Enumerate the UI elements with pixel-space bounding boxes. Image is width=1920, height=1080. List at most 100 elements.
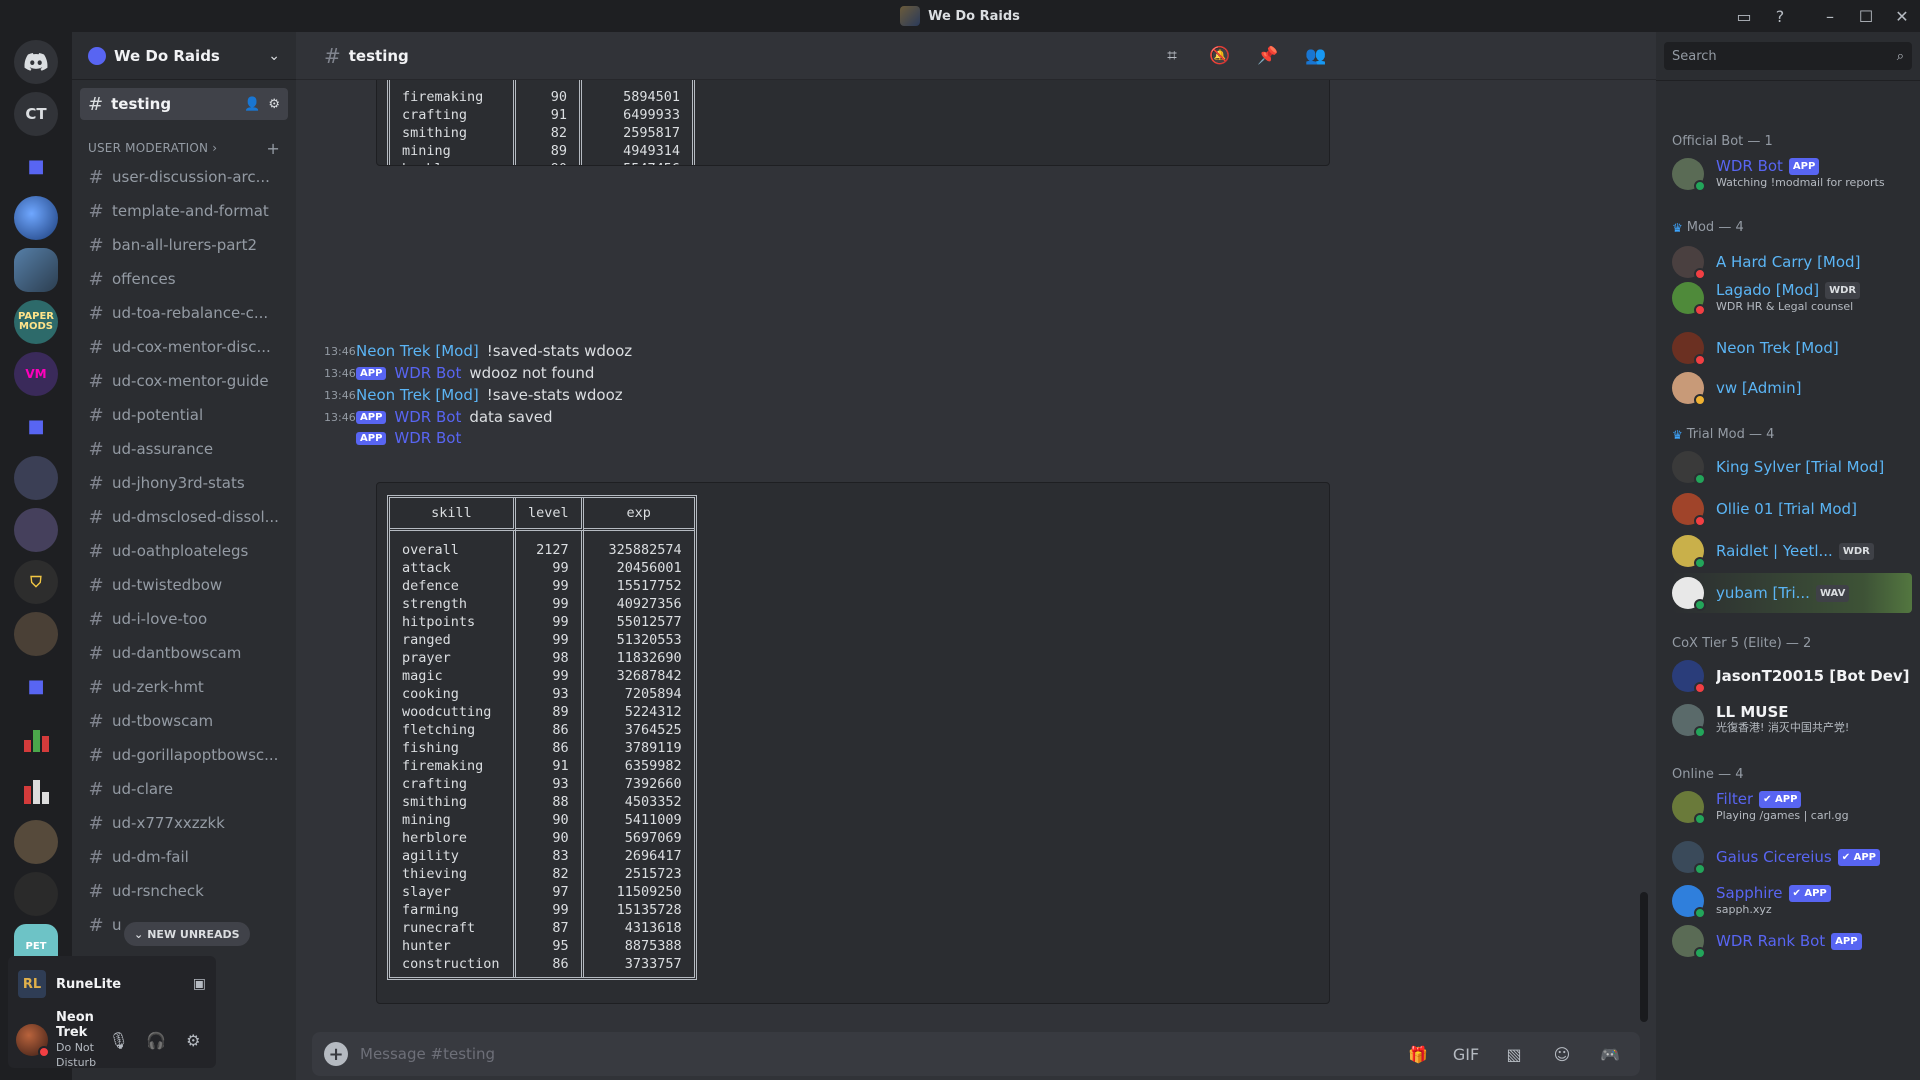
gift-icon[interactable]: 🎁: [1400, 1045, 1436, 1064]
sidebar-channel-item[interactable]: # ud-x777xxzzkk: [80, 806, 288, 840]
sidebar-channel-item[interactable]: # ud-dmsclosed-dissol...: [80, 500, 288, 534]
sidebar-channel-item[interactable]: # ud-tbowscam: [80, 704, 288, 738]
message-author[interactable]: WDR Bot: [394, 429, 461, 447]
table-cell: 15135728: [616, 902, 682, 918]
sidebar-channel-item[interactable]: # ban-all-lurers-part2: [80, 228, 288, 262]
message-author[interactable]: Neon Trek [Mod]: [356, 386, 479, 404]
gear-icon[interactable]: ⚙: [268, 97, 280, 112]
pin-icon[interactable]: 📌: [1248, 46, 1288, 66]
folder-icon[interactable]: ■: [14, 144, 58, 188]
message-author[interactable]: WDR Bot: [394, 364, 461, 382]
inbox-icon[interactable]: ▭: [1726, 0, 1762, 32]
activity-panel[interactable]: RL RuneLite ▣: [8, 956, 216, 1012]
hash-icon: #: [88, 540, 104, 562]
gear-icon[interactable]: ⚙: [179, 1025, 208, 1055]
add-channel-icon[interactable]: +: [266, 139, 280, 158]
folder-icon[interactable]: ■: [14, 404, 58, 448]
minimize-icon[interactable]: –: [1812, 0, 1848, 32]
mute-bell-icon[interactable]: 🔕: [1200, 46, 1240, 66]
maximize-icon[interactable]: ☐: [1848, 0, 1884, 32]
folder-icon[interactable]: ■: [14, 664, 58, 708]
server-avatar[interactable]: [14, 456, 58, 500]
search-input[interactable]: [1672, 48, 1897, 64]
member-item[interactable]: LL MUSE 光復香港! 消灭中国共产党!: [1672, 700, 1912, 740]
server-avatar[interactable]: [14, 196, 58, 240]
sidebar-channel-item[interactable]: # ud-clare: [80, 772, 288, 806]
server-avatar[interactable]: [14, 508, 58, 552]
bar-chart-icon: [23, 776, 49, 804]
close-icon[interactable]: ✕: [1884, 0, 1920, 32]
message-author[interactable]: Neon Trek [Mod]: [356, 342, 479, 360]
dm-avatar[interactable]: CT: [14, 92, 58, 136]
sidebar-channel-item[interactable]: # ud-toa-rebalance-c...: [80, 296, 288, 330]
threads-icon[interactable]: ⌗: [1152, 46, 1192, 66]
add-attachment-button[interactable]: +: [324, 1042, 348, 1066]
server-avatar[interactable]: [14, 716, 58, 760]
hash-icon: #: [88, 574, 104, 596]
message-input[interactable]: [360, 1045, 1388, 1063]
channel-item-testing[interactable]: # testing 👤 ⚙: [80, 88, 288, 120]
member-item[interactable]: WDR Rank Bot APP: [1672, 921, 1912, 961]
chevron-down-icon[interactable]: ⌄: [268, 48, 280, 64]
sidebar-channel-item[interactable]: # template-and-format: [80, 194, 288, 228]
gif-icon[interactable]: GIF: [1448, 1045, 1484, 1064]
channel-name: ud-dmsclosed-dissol...: [112, 508, 279, 526]
member-item[interactable]: Raidlet | Yeetl... WDR: [1672, 531, 1912, 571]
member-item[interactable]: yubam [Tri... WAV: [1672, 573, 1912, 613]
message: 13:46 APP WDR Bot wdooz not found: [324, 362, 594, 384]
server-avatar[interactable]: [14, 872, 58, 916]
member-item[interactable]: JasonT20015 [Bot Dev]: [1672, 656, 1912, 696]
discord-home-icon[interactable]: [14, 40, 58, 84]
sidebar-channel-item[interactable]: # ud-jhony3rd-stats: [80, 466, 288, 500]
invite-icon[interactable]: 👤: [244, 97, 260, 112]
server-paper-mods[interactable]: PAPER MODS: [14, 300, 58, 344]
server-avatar[interactable]: [14, 768, 58, 812]
member-item[interactable]: vw [Admin]: [1672, 368, 1912, 408]
sidebar-channel-item[interactable]: # ud-assurance: [80, 432, 288, 466]
guild-header[interactable]: We Do Raids ⌄: [72, 32, 296, 80]
sidebar-channel-item[interactable]: # ud-rsncheck: [80, 874, 288, 908]
avatar[interactable]: [16, 1024, 50, 1058]
member-item[interactable]: Neon Trek [Mod]: [1672, 328, 1912, 368]
gamepad-icon[interactable]: 🎮: [1592, 1045, 1628, 1064]
sidebar-channel-item[interactable]: # ud-twistedbow: [80, 568, 288, 602]
user-info[interactable]: Neon Trek Do Not Disturb: [56, 1010, 96, 1070]
new-unreads-button[interactable]: ⌄ NEW UNREADS: [124, 922, 250, 946]
member-item[interactable]: Sapphire ✔ APP sapph.xyz: [1672, 881, 1912, 921]
member-item[interactable]: Gaius Cicereius ✔ APP: [1672, 837, 1912, 877]
message-author[interactable]: WDR Bot: [394, 408, 461, 426]
help-icon[interactable]: ?: [1762, 0, 1798, 32]
sidebar-channel-item[interactable]: # ud-oathploatelegs: [80, 534, 288, 568]
members-icon[interactable]: 👥: [1296, 46, 1336, 66]
sidebar-channel-item[interactable]: # ud-cox-mentor-disc...: [80, 330, 288, 364]
headphones-icon[interactable]: 🎧: [141, 1025, 170, 1055]
microphone-icon[interactable]: 🎙: [104, 1025, 133, 1055]
sidebar-channel-item[interactable]: # ud-potential: [80, 398, 288, 432]
member-item[interactable]: Filter ✔ APP Playing /games | carl.gg: [1672, 787, 1912, 827]
sidebar-channel-item[interactable]: # ud-zerk-hmt: [80, 670, 288, 704]
server-avatar[interactable]: VM: [14, 352, 58, 396]
server-avatar[interactable]: [14, 248, 58, 292]
scrollbar[interactable]: [1640, 892, 1648, 1022]
emoji-icon[interactable]: ☺: [1544, 1045, 1580, 1064]
member-item[interactable]: Lagado [Mod] WDR WDR HR & Legal counsel: [1672, 278, 1912, 318]
sidebar-channel-item[interactable]: # ud-gorillapoptbowsc...: [80, 738, 288, 772]
sticker-icon[interactable]: ▧: [1496, 1045, 1532, 1064]
server-avatar[interactable]: [14, 612, 58, 656]
sidebar-channel-item[interactable]: # ud-dantbowscam: [80, 636, 288, 670]
screen-share-icon[interactable]: ▣: [193, 976, 206, 992]
search-icon[interactable]: ⌕: [1897, 49, 1904, 64]
sidebar-channel-item[interactable]: # user-discussion-arc...: [80, 160, 288, 194]
crown-icon: ♛: [1672, 220, 1683, 235]
member-item[interactable]: Ollie 01 [Trial Mod]: [1672, 489, 1912, 529]
sidebar-channel-item[interactable]: # ud-i-love-too: [80, 602, 288, 636]
sidebar-channel-item[interactable]: # ud-cox-mentor-guide: [80, 364, 288, 398]
sidebar-channel-item[interactable]: # ud-dm-fail: [80, 840, 288, 874]
member-item[interactable]: WDR Bot APP Watching !modmail for reports: [1672, 154, 1912, 194]
member-item[interactable]: A Hard Carry [Mod]: [1672, 242, 1912, 282]
server-avatar[interactable]: ⛉: [14, 560, 58, 604]
sidebar-channel-item[interactable]: # offences: [80, 262, 288, 296]
category-header[interactable]: USER MODERATION › +: [72, 136, 296, 160]
member-item[interactable]: King Sylver [Trial Mod]: [1672, 447, 1912, 487]
server-avatar[interactable]: [14, 820, 58, 864]
